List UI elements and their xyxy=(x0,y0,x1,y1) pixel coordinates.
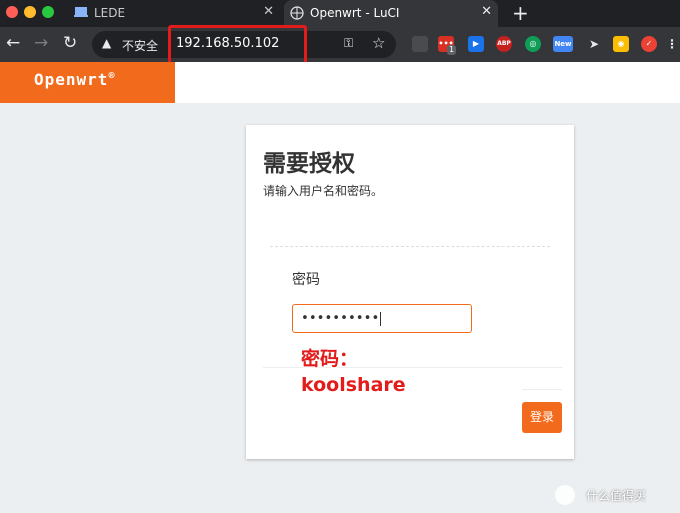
login-card: 需要授权 请输入用户名和密码。 密码 •••••••••• 登录 xyxy=(246,125,574,459)
check-extension-icon[interactable]: ✓ xyxy=(641,36,657,52)
login-button[interactable]: 登录 xyxy=(522,402,562,433)
minimize-window-button[interactable] xyxy=(24,6,36,18)
new-tab-button[interactable]: + xyxy=(512,1,529,25)
brand-logo: Openwrt® xyxy=(34,70,116,89)
password-mask: •••••••••• xyxy=(301,311,380,326)
watermark-text: 什么值得买 xyxy=(586,489,647,503)
tab-title: Openwrt - LuCI xyxy=(310,6,400,20)
page-title: 需要授权 xyxy=(263,151,355,177)
laptop-icon xyxy=(74,6,88,21)
globe-icon xyxy=(290,6,304,23)
annotation-password-value: koolshare xyxy=(301,374,406,396)
openwrt-logo-bar[interactable]: Openwrt® xyxy=(0,62,175,103)
login-description: 请输入用户名和密码。 xyxy=(263,184,384,198)
tab-lede[interactable]: LEDE ✕ xyxy=(68,0,280,27)
extension-icon[interactable]: ◎ xyxy=(525,36,541,52)
password-input[interactable]: •••••••••• xyxy=(292,304,472,333)
divider xyxy=(522,389,562,390)
forward-icon[interactable]: → xyxy=(34,33,48,53)
extension-badge: 1 xyxy=(447,45,457,55)
tab-openwrt-luci[interactable]: Openwrt - LuCI ✕ xyxy=(284,0,498,27)
close-icon[interactable]: ✕ xyxy=(263,4,274,19)
browser-tab-strip: LEDE ✕ Openwrt - LuCI ✕ + xyxy=(0,0,680,27)
extension-icon[interactable]: ▶ xyxy=(468,36,484,52)
adblock-icon[interactable]: ABP xyxy=(496,36,512,52)
cursor-extension-icon[interactable]: ➤ xyxy=(586,36,602,52)
url-highlight-annotation xyxy=(168,25,307,67)
tab-title: LEDE xyxy=(94,6,126,20)
bookmark-star-icon[interactable]: ☆ xyxy=(372,34,385,52)
header-bar xyxy=(175,62,680,103)
reload-icon[interactable]: ↻ xyxy=(63,33,77,53)
close-window-button[interactable] xyxy=(6,6,18,18)
maximize-window-button[interactable] xyxy=(42,6,54,18)
annotation-password-label: 密码： xyxy=(301,348,359,370)
close-icon[interactable]: ✕ xyxy=(481,4,492,19)
warning-icon: ▲ xyxy=(102,36,112,50)
back-icon[interactable]: ← xyxy=(6,33,20,53)
password-label: 密码 xyxy=(292,272,320,288)
login-form: 密码 •••••••••• xyxy=(270,246,550,353)
key-icon[interactable]: ⚿ xyxy=(344,36,353,51)
watermark-logo-icon xyxy=(555,485,575,505)
text-caret xyxy=(380,311,382,326)
extension-icon[interactable] xyxy=(412,36,428,52)
menu-icon[interactable]: ⋮ xyxy=(664,36,680,52)
new-extension-icon[interactable]: New xyxy=(553,36,573,52)
chrome-extension-icon[interactable]: ◉ xyxy=(613,36,629,52)
insecure-label: 不安全 xyxy=(122,39,159,53)
browser-toolbar: ← → ↻ ▲ 不安全 192.168.50.102 ⚿ ☆ ••• 1 ▶ A… xyxy=(0,27,680,62)
